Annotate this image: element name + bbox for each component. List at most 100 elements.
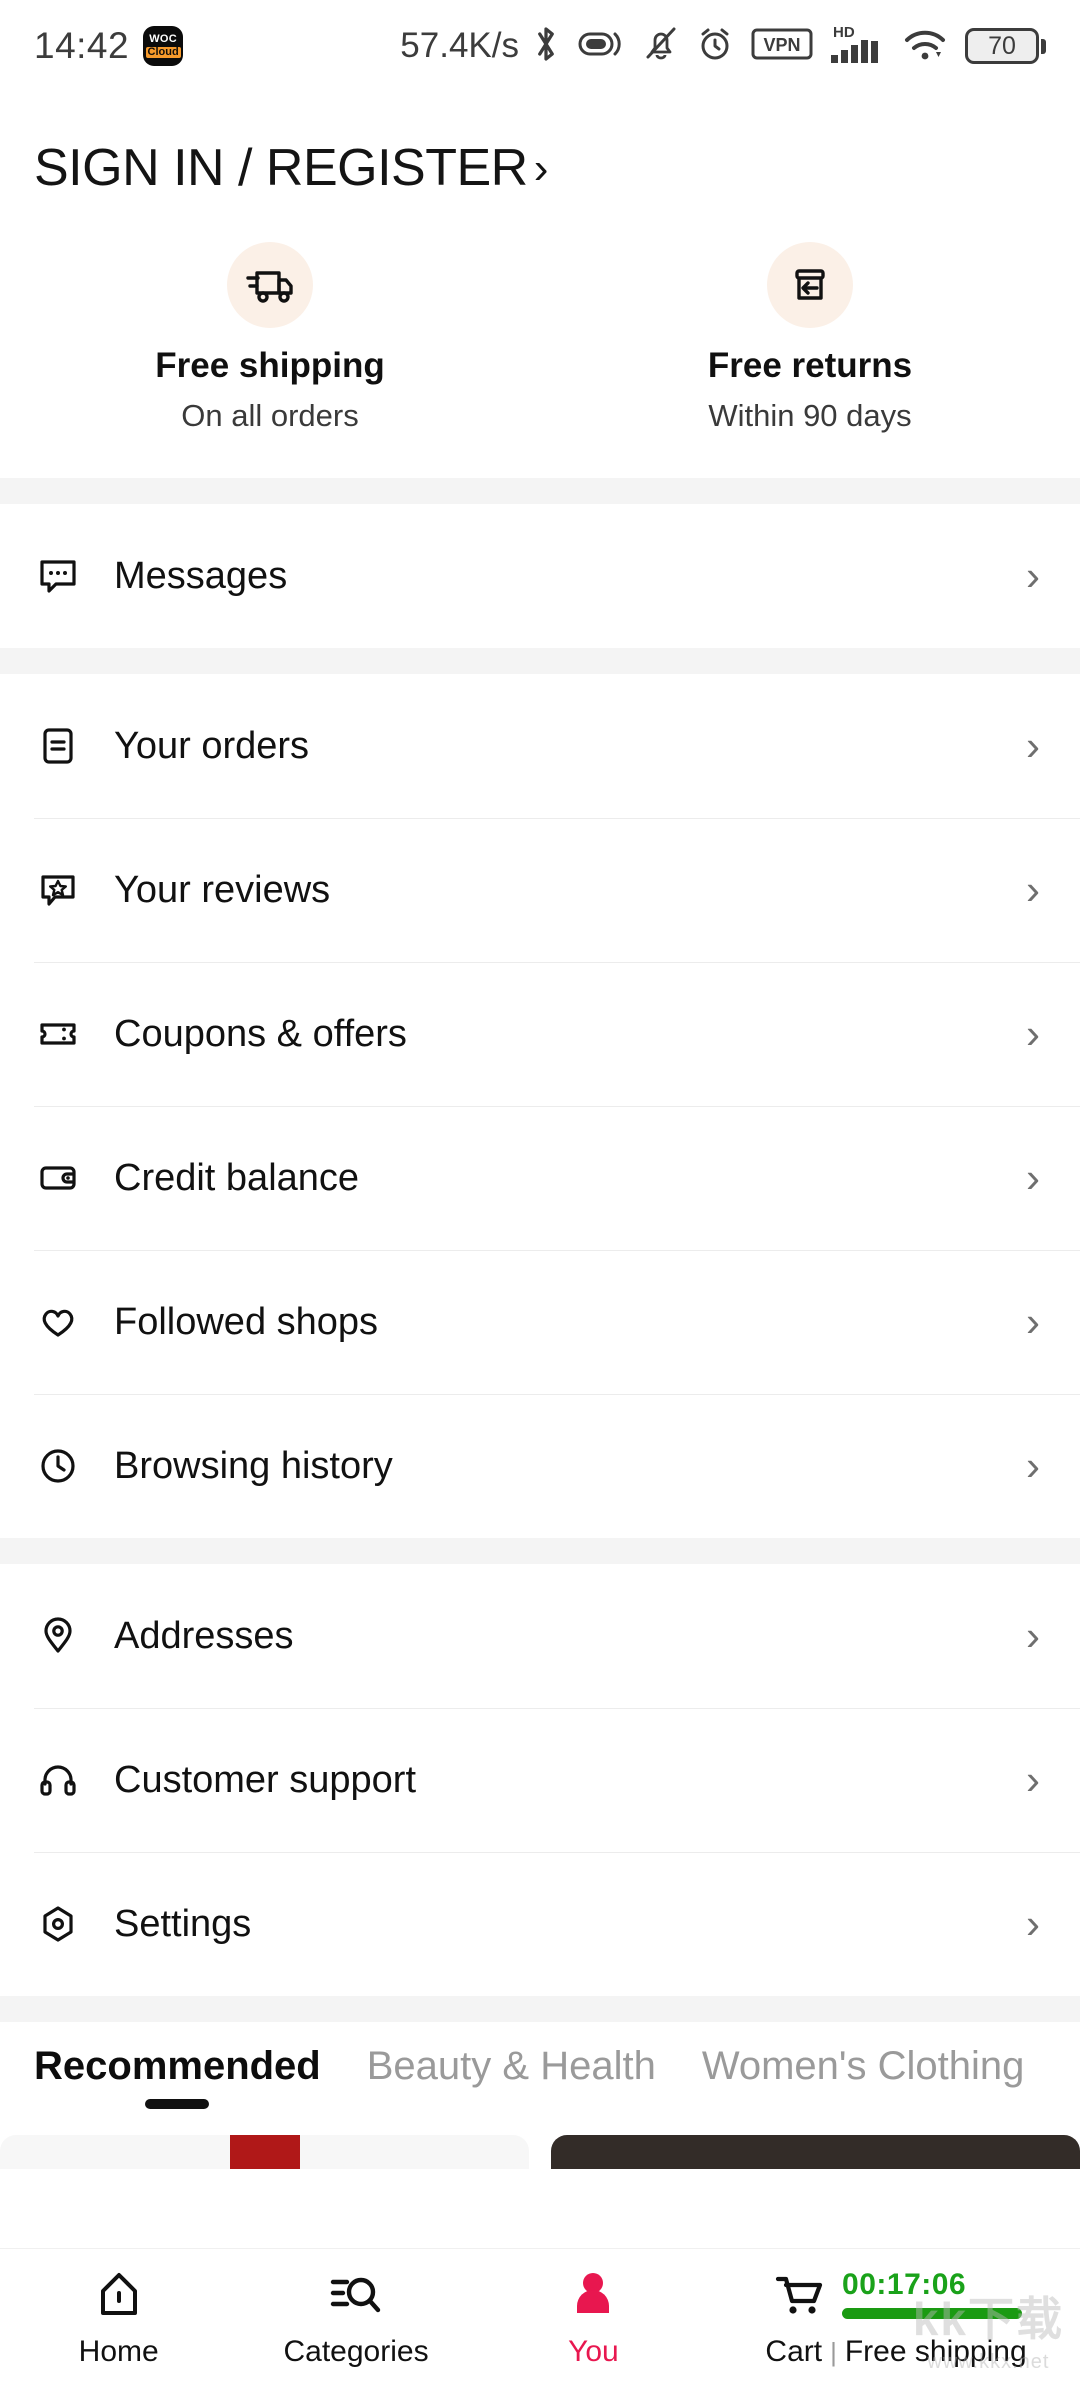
benefit-title: Free returns xyxy=(707,346,913,385)
nav-item-home[interactable]: Home xyxy=(0,2263,237,2369)
cart-timer-label: 00:17:06 xyxy=(842,2267,967,2301)
menu-group-support: Addresses › Customer support › Settings … xyxy=(0,1564,1080,1996)
cart-promo-label: Free shipping xyxy=(844,2335,1027,2368)
status-bar-right: 57.4K/s VPN HD 70 xyxy=(400,23,1046,70)
headset-icon xyxy=(34,1756,96,1804)
cart-free-shipping-progress: 00:17:06 xyxy=(842,2267,1023,2319)
bell-muted-icon xyxy=(643,24,679,69)
benefit-subtitle: Within 90 days xyxy=(708,398,912,433)
clock-icon xyxy=(34,1442,96,1490)
wallet-icon xyxy=(34,1154,96,1202)
home-icon xyxy=(92,2263,146,2325)
product-card[interactable] xyxy=(0,2135,529,2169)
chevron-right-icon: › xyxy=(1026,1442,1040,1489)
chevron-right-icon: › xyxy=(533,144,549,193)
chevron-right-icon: › xyxy=(1026,1154,1040,1201)
return-box-icon xyxy=(767,242,853,328)
tab-bar: Recommended Beauty & Health Women's Clot… xyxy=(0,2044,1080,2109)
bluetooth-audio-icon xyxy=(577,26,627,67)
chevron-right-icon: › xyxy=(1026,1010,1040,1057)
menu-item-label: Browsing history xyxy=(114,1444,393,1487)
status-time: 14:42 xyxy=(34,25,130,66)
chevron-right-icon: › xyxy=(1026,866,1040,913)
benefit-free-returns[interactable]: Free returns Within 90 days xyxy=(540,242,1080,434)
network-speed-label: 57.4K/s xyxy=(400,26,519,65)
coupon-ticket-icon xyxy=(34,1010,96,1058)
nav-item-you[interactable]: You xyxy=(475,2263,712,2369)
truck-icon xyxy=(227,242,313,328)
chevron-right-icon: › xyxy=(1026,1900,1040,1947)
svg-text:VPN: VPN xyxy=(763,35,800,55)
nav-item-cart[interactable]: 00:17:06 Cart | Free shipping xyxy=(712,2263,1080,2369)
woc-cloud-app-badge: WOC Cloud xyxy=(143,26,184,66)
tab-label: Beauty & Health xyxy=(366,2044,656,2088)
menu-item-customer-support[interactable]: Customer support › xyxy=(0,1708,1080,1852)
chevron-right-icon: › xyxy=(1026,722,1040,769)
battery-level-label: 70 xyxy=(988,31,1016,60)
sign-in-register-button[interactable]: SIGN IN / REGISTER › xyxy=(0,92,1080,228)
chevron-right-icon: › xyxy=(1026,1612,1040,1659)
message-bubble-icon xyxy=(34,552,96,600)
bluetooth-icon xyxy=(531,24,561,69)
menu-item-your-reviews[interactable]: Your reviews › xyxy=(0,818,1080,962)
cart-labels: Cart | Free shipping xyxy=(765,2335,1026,2369)
woc-badge-top-label: WOC xyxy=(149,33,177,45)
woc-badge-bottom-label: Cloud xyxy=(145,46,181,58)
cart-progress-bar xyxy=(842,2307,1023,2319)
nav-item-label: Home xyxy=(78,2335,159,2368)
menu-item-settings[interactable]: Settings › xyxy=(0,1852,1080,1996)
bottom-navigation-bar: Home Categories You 00:17:06 Cart | Free… xyxy=(0,2248,1080,2400)
nav-item-categories[interactable]: Categories xyxy=(237,2263,474,2369)
benefits-section: Free shipping On all orders Free returns… xyxy=(0,228,1080,478)
chevron-right-icon: › xyxy=(1026,1298,1040,1345)
review-star-bubble-icon xyxy=(34,866,96,914)
menu-item-label: Messages xyxy=(114,554,288,597)
menu-item-browsing-history[interactable]: Browsing history › xyxy=(0,1394,1080,1538)
section-divider xyxy=(0,648,1080,674)
menu-item-followed-shops[interactable]: Followed shops › xyxy=(0,1250,1080,1394)
menu-item-label: Credit balance xyxy=(114,1156,360,1199)
menu-group-account: Your orders › Your reviews › Coupons & o… xyxy=(0,674,1080,1538)
alarm-icon xyxy=(695,24,735,69)
section-divider xyxy=(0,1996,1080,2022)
nav-item-label: You xyxy=(568,2335,619,2368)
wifi-icon xyxy=(903,24,949,69)
vpn-icon: VPN xyxy=(751,26,813,67)
tab-beauty-health[interactable]: Beauty & Health xyxy=(367,2044,656,2109)
menu-item-coupons-offers[interactable]: Coupons & offers › xyxy=(0,962,1080,1106)
menu-item-messages[interactable]: Messages › xyxy=(0,504,1080,648)
tab-label: Recommended xyxy=(34,2044,321,2088)
person-icon xyxy=(566,2263,620,2325)
hd-signal-icon: HD xyxy=(829,23,887,70)
tab-label: Women's Clothing xyxy=(701,2044,1025,2088)
benefit-subtitle: On all orders xyxy=(181,398,359,433)
sign-in-register-label: SIGN IN / REGISTER xyxy=(34,139,528,197)
benefit-title: Free shipping xyxy=(155,346,385,385)
tab-active-indicator xyxy=(145,2099,210,2109)
menu-item-label: Your orders xyxy=(114,724,310,767)
chevron-right-icon: › xyxy=(1026,552,1040,599)
menu-item-label: Settings xyxy=(114,1902,252,1945)
svg-text:HD: HD xyxy=(833,24,855,41)
nav-item-label: Categories xyxy=(283,2335,429,2368)
categories-icon xyxy=(327,2263,385,2325)
order-document-icon xyxy=(34,722,96,770)
battery-icon: 70 xyxy=(965,28,1046,64)
cart-icon xyxy=(770,2263,830,2325)
menu-item-your-orders[interactable]: Your orders › xyxy=(0,674,1080,818)
menu-item-addresses[interactable]: Addresses › xyxy=(0,1564,1080,1708)
product-card[interactable] xyxy=(551,2135,1080,2169)
section-divider xyxy=(0,478,1080,504)
cart-label-separator: | xyxy=(830,2336,837,2367)
menu-item-label: Your reviews xyxy=(114,868,331,911)
chevron-right-icon: › xyxy=(1026,1756,1040,1803)
location-pin-icon xyxy=(34,1612,96,1660)
tab-womens-clothing[interactable]: Women's Clothing xyxy=(702,2044,1025,2109)
settings-hexagon-icon xyxy=(34,1900,96,1948)
tab-recommended[interactable]: Recommended xyxy=(34,2044,321,2109)
menu-item-label: Followed shops xyxy=(114,1300,379,1343)
menu-item-credit-balance[interactable]: Credit balance › xyxy=(0,1106,1080,1250)
menu-item-label: Customer support xyxy=(114,1758,417,1801)
cart-icon-and-timer: 00:17:06 xyxy=(770,2263,1023,2325)
benefit-free-shipping[interactable]: Free shipping On all orders xyxy=(0,242,540,434)
